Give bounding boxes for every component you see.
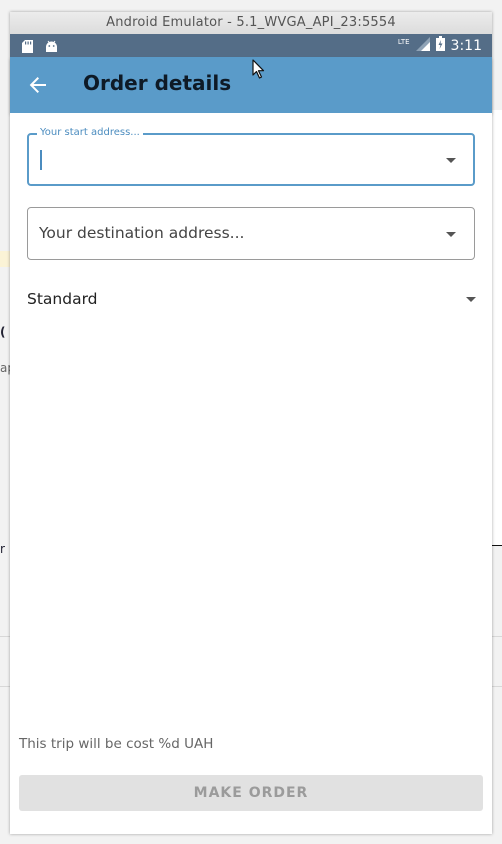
mouse-pointer-icon bbox=[252, 59, 266, 83]
android-icon bbox=[45, 38, 58, 57]
signal-icon bbox=[415, 36, 430, 55]
status-time: 3:11 bbox=[450, 37, 482, 54]
background-window-edge bbox=[491, 110, 502, 546]
chevron-down-icon[interactable] bbox=[466, 297, 476, 302]
chevron-down-icon[interactable] bbox=[446, 158, 456, 163]
start-address-label: Your start address... bbox=[37, 127, 143, 138]
lte-label: LTE bbox=[397, 37, 410, 46]
trip-cost-text: This trip will be cost %d UAH bbox=[19, 736, 214, 752]
destination-address-field[interactable]: Your destination address... bbox=[27, 207, 475, 260]
app-bar: Order details bbox=[10, 57, 492, 113]
chevron-down-icon[interactable] bbox=[446, 232, 456, 237]
emulator-window: Android Emulator - 5.1_WVGA_API_23:5554 … bbox=[10, 12, 492, 834]
make-order-button[interactable]: MAKE ORDER bbox=[19, 775, 483, 811]
back-button[interactable] bbox=[24, 73, 52, 97]
text-cursor bbox=[40, 150, 42, 170]
sd-card-icon bbox=[22, 38, 33, 57]
arrow-left-icon bbox=[29, 77, 46, 93]
background-text-fragment: ( bbox=[0, 325, 6, 339]
order-form: Your start address... Your destination a… bbox=[10, 113, 492, 834]
tariff-select[interactable]: Standard bbox=[27, 288, 477, 312]
window-title: Android Emulator - 5.1_WVGA_API_23:5554 bbox=[10, 12, 492, 34]
tariff-selected-value: Standard bbox=[27, 290, 98, 308]
status-bar: LTE 3:11 bbox=[10, 34, 492, 57]
battery-icon bbox=[435, 36, 445, 55]
background-text-fragment: r bbox=[0, 542, 5, 556]
start-address-field[interactable]: Your start address... bbox=[27, 127, 475, 186]
destination-address-placeholder: Your destination address... bbox=[39, 224, 245, 242]
page-title: Order details bbox=[83, 71, 232, 95]
